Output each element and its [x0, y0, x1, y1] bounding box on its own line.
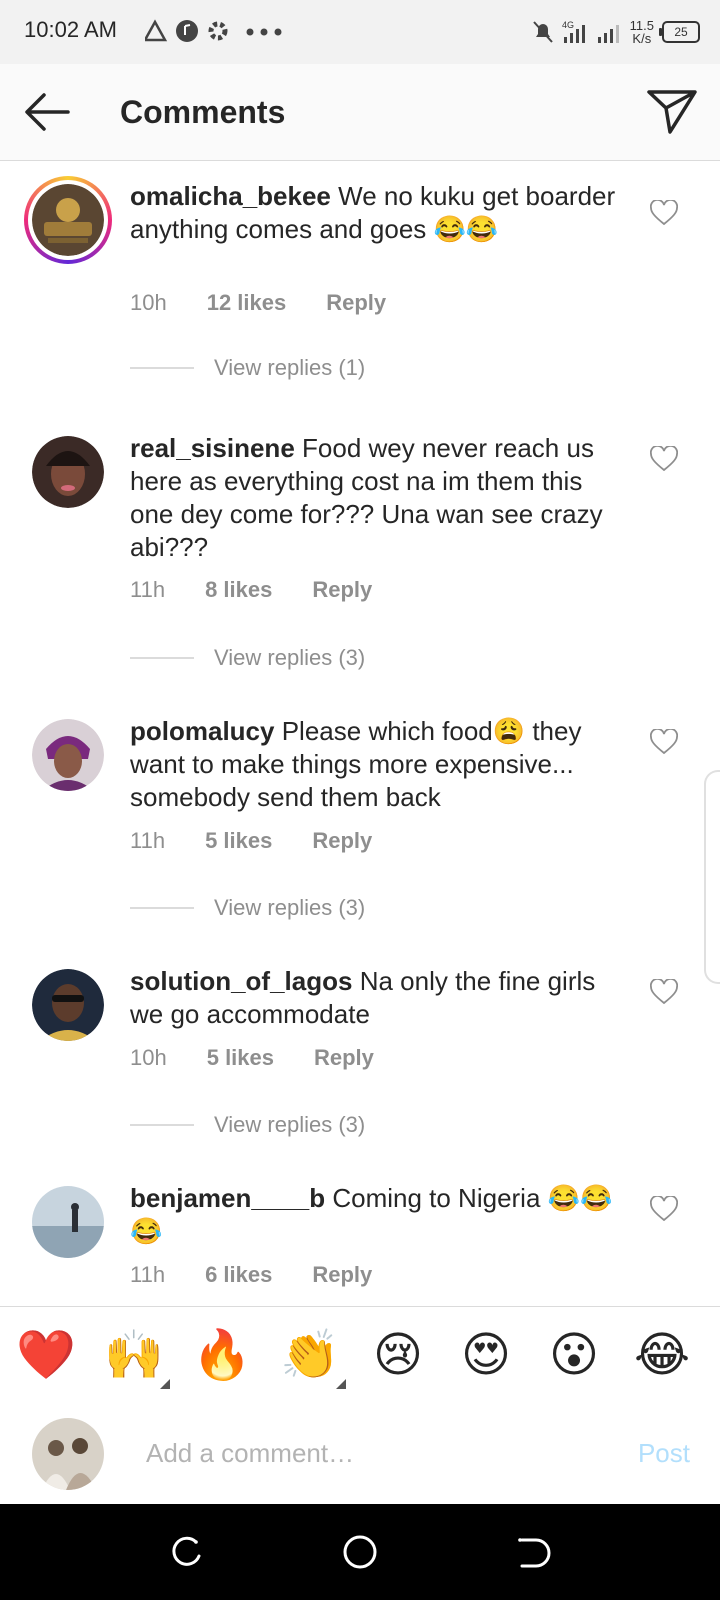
comment-time: 11h — [130, 577, 166, 602]
view-replies-button[interactable]: View replies (3) — [130, 643, 365, 673]
home-icon[interactable] — [340, 1532, 380, 1572]
comments-header: Comments — [0, 64, 720, 161]
raising-hands-emoji-button[interactable]: 🙌 — [104, 1325, 164, 1385]
comment-likes[interactable]: 6 likes — [205, 1262, 272, 1288]
comment-username[interactable]: solution_of_lagos — [130, 966, 352, 996]
reply-button[interactable]: Reply — [312, 828, 372, 854]
comment-meta: 10h 12 likes Reply — [130, 290, 426, 316]
network-speed: 11.5 K/s — [630, 19, 654, 45]
comment-text: real_sisinene Food wey never reach us he… — [130, 432, 630, 564]
comment-time: 11h — [130, 1262, 166, 1287]
back-arrow-icon[interactable] — [22, 90, 72, 134]
comment-text: solution_of_lagos Na only the fine girls… — [130, 965, 630, 1031]
comment-username[interactable]: omalicha_bekee — [130, 181, 331, 211]
heart-emoji-button[interactable]: ❤️ — [16, 1325, 76, 1385]
laughing-tears-emoji-button[interactable]: 😂 — [632, 1325, 692, 1385]
notification-icons — [145, 19, 282, 42]
avatar[interactable] — [32, 1186, 104, 1258]
like-heart-icon[interactable] — [650, 200, 678, 226]
comment-composer: Post — [0, 1402, 720, 1504]
reply-button[interactable]: Reply — [312, 577, 372, 603]
battery-icon: 25 — [659, 21, 700, 43]
comment-input[interactable] — [144, 1430, 588, 1476]
signal-4g-icon: 4G — [562, 20, 585, 43]
like-heart-icon[interactable] — [650, 1196, 678, 1222]
like-heart-icon[interactable] — [650, 446, 678, 472]
comment-likes[interactable]: 5 likes — [205, 828, 272, 854]
replies-divider — [130, 657, 194, 659]
reply-button[interactable]: Reply — [314, 1045, 374, 1071]
network-speed-unit: K/s — [632, 31, 652, 46]
replies-divider — [130, 1124, 194, 1126]
comment-username[interactable]: polomalucy — [130, 716, 274, 746]
clapping-hands-emoji-button[interactable]: 👏 — [280, 1325, 340, 1385]
avatar[interactable] — [32, 719, 104, 791]
system-nav-bar — [0, 1504, 720, 1600]
page-title: Comments — [120, 94, 286, 130]
comment-meta: 11h 5 likes Reply — [130, 828, 412, 854]
status-bar: 10:02 AM 4G 11.5 K/s 25 — [0, 0, 720, 64]
comment-username[interactable]: real_sisinene — [130, 433, 295, 463]
signal-type-label: 4G — [562, 20, 574, 30]
avatar[interactable] — [32, 436, 104, 508]
replies-divider — [130, 907, 194, 909]
comment-meta: 11h 6 likes Reply — [130, 1262, 412, 1288]
view-replies-label: View replies (3) — [214, 1112, 366, 1137]
my-avatar — [32, 1418, 104, 1490]
comment-likes[interactable]: 8 likes — [205, 577, 272, 603]
comment-text: benjamen____b Coming to Nigeria 😂😂😂 — [130, 1182, 630, 1248]
direct-message-icon[interactable] — [646, 88, 698, 136]
comment-time: 10h — [130, 290, 167, 315]
comment-time: 10h — [130, 1045, 167, 1070]
view-replies-button[interactable]: View replies (3) — [130, 893, 365, 923]
signal-icon — [597, 25, 619, 43]
quick-emoji-bar: ❤️ 🙌 🔥 👏 😢 😍 😮 😂 — [0, 1306, 720, 1404]
avatar[interactable] — [32, 969, 104, 1041]
reply-button[interactable]: Reply — [326, 290, 386, 316]
fire-emoji-button[interactable]: 🔥 — [192, 1325, 252, 1385]
status-time: 10:02 AM — [24, 17, 117, 42]
edge-panel-handle[interactable] — [704, 770, 720, 984]
comment-text: omalicha_bekee We no kuku get boarder an… — [130, 180, 630, 246]
view-replies-label: View replies (3) — [214, 645, 366, 670]
avatar[interactable] — [32, 184, 104, 256]
post-button[interactable]: Post — [638, 1438, 690, 1469]
comment-likes[interactable]: 5 likes — [207, 1045, 274, 1071]
crying-face-emoji-button[interactable]: 😢 — [368, 1325, 428, 1385]
view-replies-label: View replies (3) — [214, 895, 366, 920]
view-replies-label: View replies (1) — [214, 355, 366, 380]
recent-apps-icon[interactable] — [166, 1532, 206, 1572]
like-heart-icon[interactable] — [650, 979, 678, 1005]
surprised-face-emoji-button[interactable]: 😮 — [544, 1325, 604, 1385]
mute-icon — [532, 21, 553, 43]
heart-eyes-emoji-button[interactable]: 😍 — [456, 1325, 516, 1385]
comment-meta: 11h 8 likes Reply — [130, 577, 412, 603]
replies-divider — [130, 367, 194, 369]
comment-time: 11h — [130, 828, 166, 853]
comment-username[interactable]: benjamen____b — [130, 1183, 325, 1213]
view-replies-button[interactable]: View replies (1) — [130, 353, 365, 383]
comment-likes[interactable]: 12 likes — [207, 290, 287, 316]
reply-button[interactable]: Reply — [312, 1262, 372, 1288]
view-replies-button[interactable]: View replies (3) — [130, 1110, 365, 1140]
back-icon[interactable] — [514, 1532, 554, 1572]
skin-tone-indicator-icon — [336, 1379, 346, 1389]
skin-tone-indicator-icon — [160, 1379, 170, 1389]
like-heart-icon[interactable] — [650, 729, 678, 755]
comment-text: polomalucy Please which food😩 they want … — [130, 715, 630, 814]
comment-meta: 10h 5 likes Reply — [130, 1045, 414, 1071]
